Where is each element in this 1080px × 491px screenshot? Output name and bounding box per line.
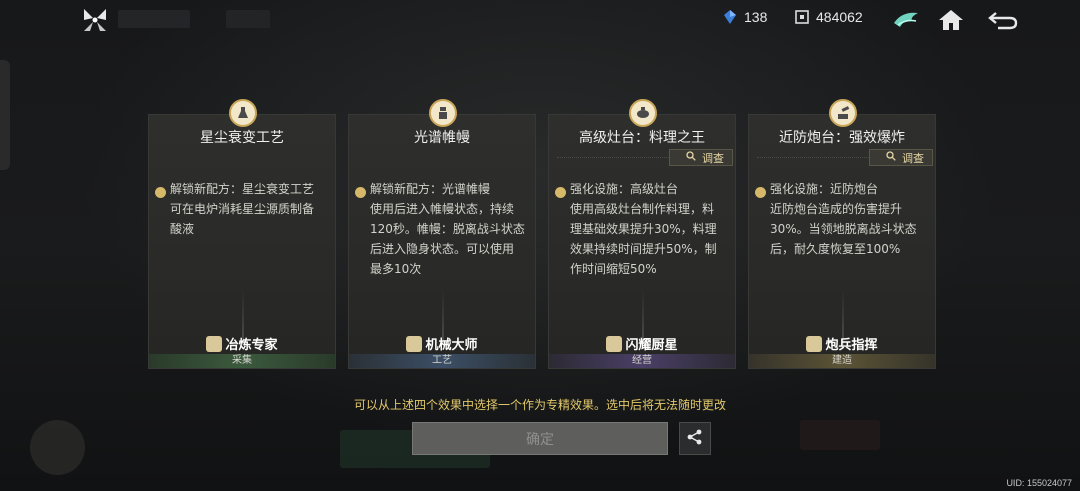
share-button[interactable] [679, 422, 711, 455]
flask-icon [229, 99, 257, 127]
card-title: 光谱帷幔 [414, 130, 470, 146]
specialization-card-cooking[interactable]: 高级灶台：料理之王 调查 ↑ 强化设施：高级灶台 使用高级灶台制作料理，料 理基础… [548, 99, 736, 369]
side-drawer-tab [0, 60, 10, 170]
chef-role-icon [606, 335, 623, 352]
specialization-card-smelting[interactable]: 星尘衰变工艺 ↑ 解锁新配方：星尘衰变工艺 可在电炉消耗星尘源质制备 酸液 冶炼专… [148, 99, 336, 369]
role-label: 机械大师 [349, 334, 535, 353]
share-icon [686, 428, 704, 450]
frame-currency-icon [794, 9, 810, 25]
turret-icon [829, 99, 857, 127]
credits-value: 484062 [816, 9, 863, 25]
card-description: ↑ 强化设施：高级灶台 使用高级灶台制作料理，料 理基础效果提升30%，料理 效果… [549, 182, 717, 276]
home-icon[interactable] [936, 6, 966, 34]
crystal-counter: 138 [722, 9, 767, 25]
beacon-icon [429, 99, 457, 127]
category-strip: 工艺 [349, 354, 535, 368]
back-arrow-icon[interactable] [988, 6, 1018, 34]
smelter-role-icon [206, 335, 223, 352]
selection-notice: 可以从上述四个效果中选择一个作为专精效果。选中后将无法随时更改 [353, 398, 726, 412]
user-id: UID: 155024077 [1006, 478, 1072, 488]
category-strip: 采集 [149, 354, 335, 368]
card-title: 星尘衰变工艺 [200, 130, 284, 146]
card-description: ↑ 强化设施：近防炮台 近防炮台造成的伤害提升 30%。当领地脱离战斗状态 后，耐… [749, 182, 917, 256]
guild-emblem-icon[interactable] [891, 6, 921, 34]
credits-counter: 484062 [794, 9, 863, 25]
card-description: ↑ 解锁新配方：星尘衰变工艺 可在电炉消耗星尘源质制备 酸液 [149, 182, 315, 236]
survey-button[interactable]: 调查 [869, 149, 933, 166]
upgrade-bullet-icon: ↑ [549, 187, 566, 198]
survey-button[interactable]: 调查 [669, 149, 733, 166]
role-label: 冶炼专家 [149, 334, 335, 353]
category-strip: 经营 [549, 354, 735, 368]
faded-title [118, 10, 190, 28]
confirm-button[interactable]: 确定 [412, 422, 668, 455]
crystal-value: 138 [744, 9, 768, 25]
background-blur-element [800, 420, 880, 450]
card-description: ↑ 解锁新配方：光谱帷幔 使用后进入帷幔状态，持续 120秒。帷幔：脱离战斗状态 … [349, 182, 525, 276]
role-label: 炮兵指挥 [749, 334, 935, 353]
game-logo-icon[interactable] [82, 7, 108, 33]
blue-crystal-icon [722, 9, 738, 25]
background-blur-avatar [30, 420, 85, 475]
mechanic-role-icon [406, 335, 423, 352]
faded-tab [226, 10, 270, 28]
search-icon [886, 151, 896, 164]
cooking-pot-icon [629, 99, 657, 127]
upgrade-bullet-icon: ↑ [349, 187, 366, 198]
role-label: 闪耀厨星 [549, 334, 735, 353]
artillery-role-icon [806, 335, 823, 352]
specialization-card-spectrum-veil[interactable]: 光谱帷幔 ↑ 解锁新配方：光谱帷幔 使用后进入帷幔状态，持续 120秒。帷幔：脱离… [348, 99, 536, 369]
card-title: 近防炮台：强效爆炸 [779, 130, 905, 146]
upgrade-bullet-icon: ↑ [749, 187, 766, 198]
category-strip: 建造 [749, 354, 935, 368]
search-icon [686, 151, 696, 164]
upgrade-bullet-icon: ↑ [149, 187, 166, 198]
specialization-card-turret[interactable]: 近防炮台：强效爆炸 调查 ↑ 强化设施：近防炮台 近防炮台造成的伤害提升 30%。… [748, 99, 936, 369]
card-title: 高级灶台：料理之王 [579, 130, 705, 146]
